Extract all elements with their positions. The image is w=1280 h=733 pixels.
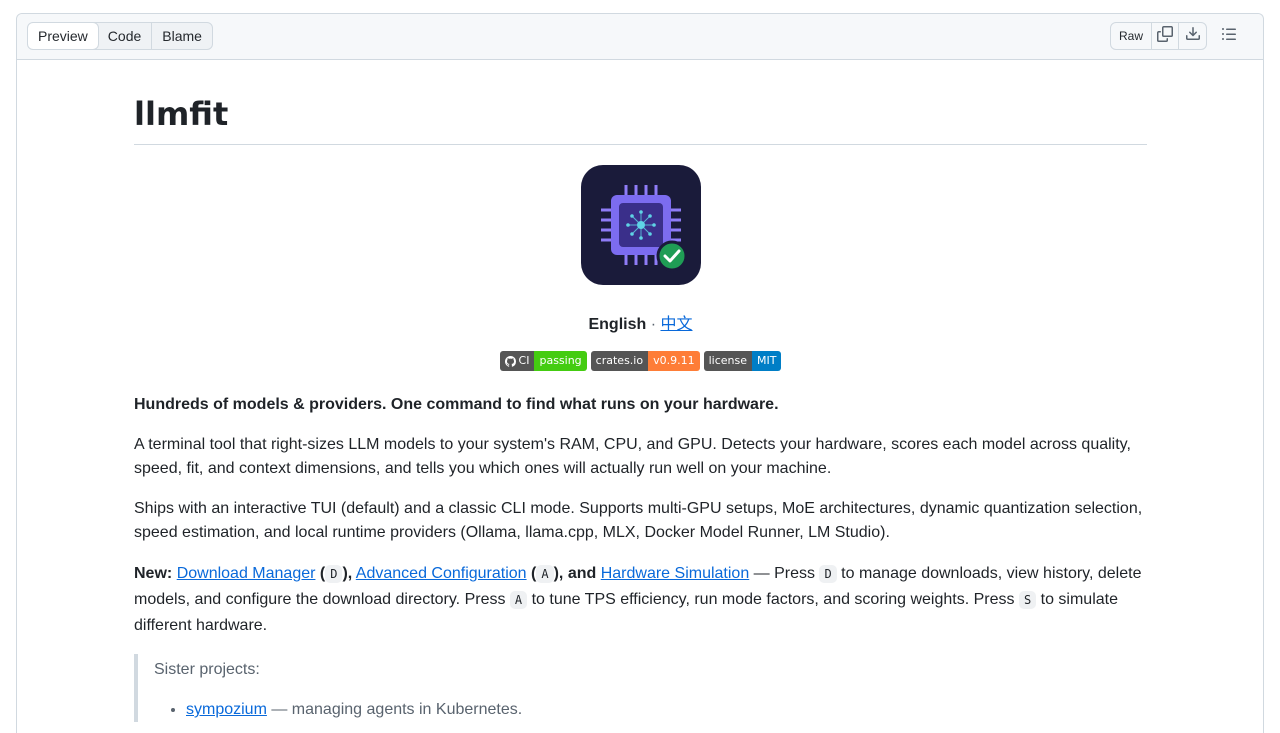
lang-current: English bbox=[588, 316, 647, 333]
sister-projects-quote: Sister projects: sympozium — managing ag… bbox=[134, 654, 1147, 722]
lang-link-zh[interactable]: 中文 bbox=[660, 316, 692, 333]
ci-badge-value: passing bbox=[534, 351, 587, 371]
lang-separator: · bbox=[646, 316, 661, 333]
file-toolbar: Preview Code Blame Raw bbox=[17, 14, 1263, 60]
press-text-1: — Press bbox=[749, 565, 820, 582]
license-badge[interactable]: license MIT bbox=[703, 351, 782, 371]
copy-raw-button[interactable] bbox=[1152, 23, 1179, 49]
file-viewer: Preview Code Blame Raw llmfit English · … bbox=[16, 13, 1264, 733]
sympozium-link[interactable]: sympozium bbox=[186, 701, 267, 718]
press-text-3: to tune TPS efficiency, run mode factors… bbox=[527, 591, 1019, 608]
logo bbox=[134, 165, 1147, 285]
readme-title: llmfit bbox=[134, 60, 1147, 145]
list-item: sympozium — managing agents in Kubernete… bbox=[186, 698, 1147, 722]
raw-actions-group: Raw bbox=[1109, 22, 1207, 50]
language-switcher: English · 中文 bbox=[134, 313, 1147, 337]
readme-body: llmfit English · 中文 CI passing crates.io… bbox=[134, 60, 1147, 722]
chip-logo-icon bbox=[580, 165, 701, 285]
download-icon bbox=[1185, 26, 1201, 47]
crates-badge-value: v0.9.11 bbox=[648, 351, 700, 371]
badge-row: CI passing crates.io v0.9.11 license MIT bbox=[134, 351, 1147, 371]
tab-preview[interactable]: Preview bbox=[27, 23, 99, 49]
and-text: , and bbox=[558, 565, 597, 582]
license-badge-value: MIT bbox=[751, 351, 782, 371]
view-mode-switch: Preview Code Blame bbox=[27, 22, 213, 50]
description-paragraph: A terminal tool that right-sizes LLM mod… bbox=[134, 436, 1131, 477]
tagline: Hundreds of models & providers. One comm… bbox=[134, 396, 779, 413]
ci-badge-label: CI bbox=[518, 354, 530, 367]
sister-projects-heading: Sister projects: bbox=[154, 661, 260, 678]
sympozium-desc: — managing agents in Kubernetes. bbox=[266, 701, 523, 718]
advanced-configuration-link[interactable]: Advanced Configuration bbox=[356, 565, 527, 582]
raw-button[interactable]: Raw bbox=[1111, 23, 1152, 49]
key-a-2: A bbox=[509, 591, 528, 609]
crates-badge-label: crates.io bbox=[590, 351, 649, 371]
crates-badge[interactable]: crates.io v0.9.11 bbox=[590, 351, 700, 371]
github-icon bbox=[504, 355, 516, 367]
new-label: New: bbox=[134, 565, 173, 582]
download-raw-button[interactable] bbox=[1179, 23, 1206, 49]
tab-code[interactable]: Code bbox=[98, 23, 153, 49]
key-d-2: D bbox=[819, 565, 837, 583]
list-unordered-icon bbox=[1221, 26, 1237, 47]
license-badge-label: license bbox=[703, 351, 752, 371]
hardware-simulation-link[interactable]: Hardware Simulation bbox=[601, 565, 750, 582]
copy-icon bbox=[1157, 25, 1173, 47]
key-a: A bbox=[536, 565, 554, 583]
key-s: S bbox=[1018, 591, 1037, 609]
sister-projects-list: sympozium — managing agents in Kubernete… bbox=[154, 698, 1147, 722]
file-actions: Raw bbox=[1109, 22, 1243, 50]
ci-badge[interactable]: CI passing bbox=[499, 351, 587, 371]
new-features-paragraph: New: Download Manager (D), Advanced Conf… bbox=[134, 565, 1142, 634]
download-manager-link[interactable]: Download Manager bbox=[177, 565, 316, 582]
tab-blame[interactable]: Blame bbox=[152, 23, 212, 49]
features-paragraph: Ships with an interactive TUI (default) … bbox=[134, 500, 1143, 541]
outline-button[interactable] bbox=[1215, 22, 1243, 50]
key-d: D bbox=[325, 565, 343, 583]
